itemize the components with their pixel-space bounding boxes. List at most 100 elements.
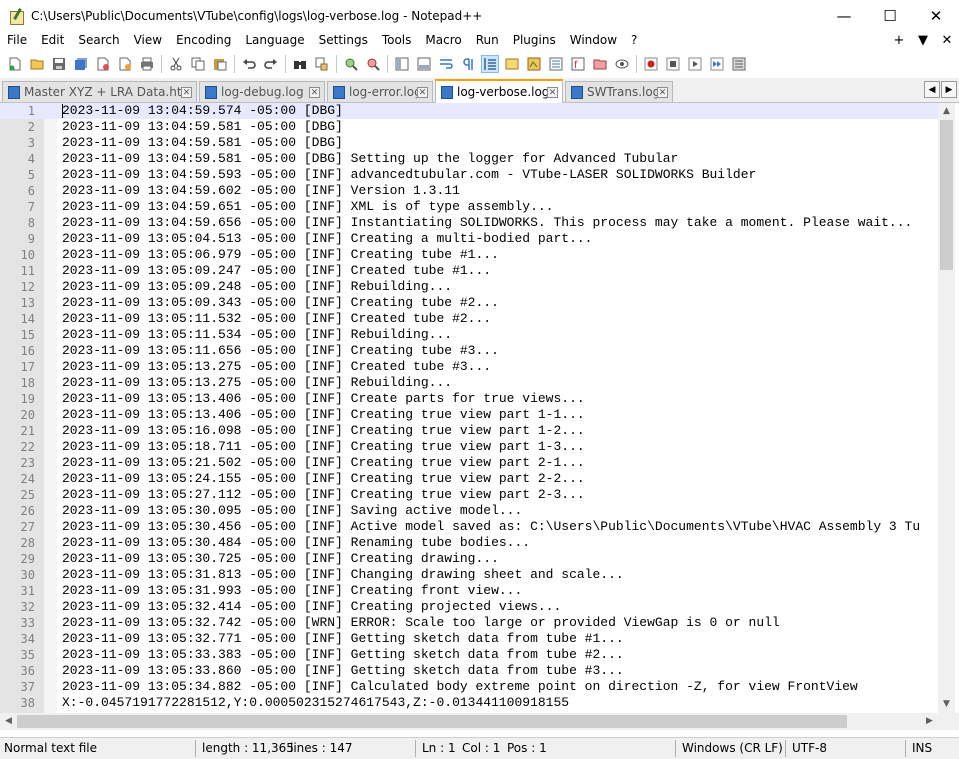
line-text[interactable]: 2023-11-09 13:05:04.513 -05:00 [INF] Cre… bbox=[62, 231, 593, 247]
menu-help[interactable]: ? bbox=[624, 31, 644, 50]
menu-window[interactable]: Window bbox=[563, 31, 624, 50]
cut-button[interactable] bbox=[167, 55, 185, 73]
line-text[interactable]: 2023-11-09 13:05:32.414 -05:00 [INF] Cre… bbox=[62, 599, 561, 615]
line-text[interactable]: 2023-11-09 13:05:24.155 -05:00 [INF] Cre… bbox=[62, 471, 585, 487]
sync-horizontal-button[interactable] bbox=[415, 55, 433, 73]
word-wrap-button[interactable] bbox=[437, 55, 455, 73]
scroll-down-button[interactable]: ▼ bbox=[938, 696, 955, 713]
tab-list-button[interactable]: ▼ bbox=[911, 33, 935, 48]
line-text[interactable]: 2023-11-09 13:05:27.112 -05:00 [INF] Cre… bbox=[62, 487, 585, 503]
document-list-button[interactable] bbox=[547, 55, 565, 73]
line-text[interactable]: 2023-11-09 13:05:31.813 -05:00 [INF] Cha… bbox=[62, 567, 624, 583]
menu-view[interactable]: View bbox=[127, 31, 169, 50]
editor-line[interactable]: 15 2023-11-09 13:05:11.534 -05:00 [INF] R… bbox=[0, 327, 938, 343]
user-defined-language-button[interactable] bbox=[503, 55, 521, 73]
tab-close-icon[interactable]: ✕ bbox=[181, 86, 192, 98]
editor-line[interactable]: 35 2023-11-09 13:05:33.383 -05:00 [INF] G… bbox=[0, 647, 938, 663]
close-button[interactable]: ✕ bbox=[913, 0, 959, 31]
monitoring-button[interactable] bbox=[613, 55, 631, 73]
menu-encoding[interactable]: Encoding bbox=[169, 31, 238, 50]
horizontal-scroll-thumb[interactable] bbox=[17, 715, 847, 728]
line-text[interactable]: 2023-11-09 13:05:30.484 -05:00 [INF] Ren… bbox=[62, 535, 530, 551]
line-text[interactable]: 2023-11-09 13:05:30.725 -05:00 [INF] Cre… bbox=[62, 551, 499, 567]
new-tab-button[interactable]: + bbox=[887, 33, 911, 48]
zoom-out-button[interactable] bbox=[364, 55, 382, 73]
save-button[interactable] bbox=[50, 55, 68, 73]
tab-master-xyz-lra-data[interactable]: Master XYZ + LRA Data.html ✕ bbox=[2, 81, 197, 102]
editor-line[interactable]: 30 2023-11-09 13:05:31.813 -05:00 [INF] C… bbox=[0, 567, 938, 583]
line-text[interactable]: 2023-11-09 13:04:59.581 -05:00 [DBG] Set… bbox=[62, 151, 678, 167]
close-document-button[interactable]: ✕ bbox=[935, 33, 959, 48]
menu-edit[interactable]: Edit bbox=[34, 31, 71, 50]
line-text[interactable]: 2023-11-09 13:05:09.248 -05:00 [INF] Reb… bbox=[62, 279, 452, 295]
macro-play-multiple-button[interactable] bbox=[708, 55, 726, 73]
show-all-characters-button[interactable] bbox=[459, 55, 477, 73]
line-text[interactable]: 2023-11-09 13:05:09.247 -05:00 [INF] Cre… bbox=[62, 263, 491, 279]
tab-scroll-right-button[interactable]: ▶ bbox=[941, 81, 957, 98]
editor-line[interactable]: 36 2023-11-09 13:05:33.860 -05:00 [INF] G… bbox=[0, 663, 938, 679]
line-text[interactable]: 2023-11-09 13:05:33.860 -05:00 [INF] Get… bbox=[62, 663, 624, 679]
menu-tools[interactable]: Tools bbox=[375, 31, 419, 50]
editor-line[interactable]: 2 2023-11-09 13:04:59.581 -05:00 [DBG] bbox=[0, 119, 938, 135]
editor-line[interactable]: 7 2023-11-09 13:04:59.651 -05:00 [INF] XM… bbox=[0, 199, 938, 215]
editor-line[interactable]: 13 2023-11-09 13:05:09.343 -05:00 [INF] C… bbox=[0, 295, 938, 311]
line-text[interactable]: 2023-11-09 13:05:13.275 -05:00 [INF] Cre… bbox=[62, 359, 491, 375]
editor-line[interactable]: 32 2023-11-09 13:05:32.414 -05:00 [INF] C… bbox=[0, 599, 938, 615]
line-text[interactable]: 2023-11-09 13:04:59.581 -05:00 [DBG] bbox=[62, 119, 343, 135]
editor-line[interactable]: 34 2023-11-09 13:05:32.771 -05:00 [INF] G… bbox=[0, 631, 938, 647]
editor-line[interactable]: 26 2023-11-09 13:05:30.095 -05:00 [INF] S… bbox=[0, 503, 938, 519]
redo-button[interactable] bbox=[262, 55, 280, 73]
replace-button[interactable] bbox=[313, 55, 331, 73]
line-text[interactable]: 2023-11-09 13:05:33.383 -05:00 [INF] Get… bbox=[62, 647, 624, 663]
line-text[interactable]: 2023-11-09 13:05:21.502 -05:00 [INF] Cre… bbox=[62, 455, 585, 471]
line-text[interactable]: 2023-11-09 13:05:11.534 -05:00 [INF] Reb… bbox=[62, 327, 452, 343]
editor-line[interactable]: 1 2023-11-09 13:04:59.574 -05:00 [DBG] bbox=[0, 103, 938, 119]
menu-plugins[interactable]: Plugins bbox=[506, 31, 563, 50]
menu-search[interactable]: Search bbox=[71, 31, 126, 50]
editor-line[interactable]: 33 2023-11-09 13:05:32.742 -05:00 [WRN] E… bbox=[0, 615, 938, 631]
editor-line[interactable]: 21 2023-11-09 13:05:16.098 -05:00 [INF] C… bbox=[0, 423, 938, 439]
line-text[interactable]: 2023-11-09 13:05:32.742 -05:00 [WRN] ERR… bbox=[62, 615, 780, 631]
line-text[interactable]: 2023-11-09 13:04:59.651 -05:00 [INF] XML… bbox=[62, 199, 553, 215]
macro-record-button[interactable] bbox=[642, 55, 660, 73]
scroll-right-button[interactable]: ▶ bbox=[921, 713, 938, 730]
status-insert-mode[interactable]: INS bbox=[912, 738, 932, 759]
undo-button[interactable] bbox=[240, 55, 258, 73]
find-button[interactable] bbox=[291, 55, 309, 73]
macro-stop-button[interactable] bbox=[664, 55, 682, 73]
scroll-left-button[interactable]: ◀ bbox=[0, 713, 17, 730]
editor-line[interactable]: 38 X:-0.0457191772281512,Y:0.000502315274… bbox=[0, 695, 938, 711]
editor-line[interactable]: 24 2023-11-09 13:05:24.155 -05:00 [INF] C… bbox=[0, 471, 938, 487]
editor-line[interactable]: 28 2023-11-09 13:05:30.484 -05:00 [INF] R… bbox=[0, 535, 938, 551]
line-text[interactable]: 2023-11-09 13:05:16.098 -05:00 [INF] Cre… bbox=[62, 423, 585, 439]
minimize-button[interactable]: — bbox=[821, 0, 867, 31]
menu-settings[interactable]: Settings bbox=[312, 31, 375, 50]
editor-line[interactable]: 27 2023-11-09 13:05:30.456 -05:00 [INF] A… bbox=[0, 519, 938, 535]
editor-line[interactable]: 11 2023-11-09 13:05:09.247 -05:00 [INF] C… bbox=[0, 263, 938, 279]
line-text[interactable]: 2023-11-09 13:05:13.406 -05:00 [INF] Cre… bbox=[62, 391, 585, 407]
tab-close-icon[interactable]: ✕ bbox=[547, 86, 558, 98]
menu-file[interactable]: File bbox=[0, 31, 34, 50]
line-text[interactable]: 2023-11-09 13:05:11.532 -05:00 [INF] Cre… bbox=[62, 311, 491, 327]
save-all-button[interactable] bbox=[72, 55, 90, 73]
menu-language[interactable]: Language bbox=[238, 31, 311, 50]
editor-line[interactable]: 17 2023-11-09 13:05:13.275 -05:00 [INF] C… bbox=[0, 359, 938, 375]
function-list-button[interactable]: f bbox=[569, 55, 587, 73]
document-map-button[interactable] bbox=[525, 55, 543, 73]
copy-button[interactable] bbox=[189, 55, 207, 73]
editor-line[interactable]: 31 2023-11-09 13:05:31.993 -05:00 [INF] C… bbox=[0, 583, 938, 599]
vertical-scroll-thumb[interactable] bbox=[940, 120, 953, 270]
tab-log-debug[interactable]: log-debug.log ✕ bbox=[199, 81, 325, 102]
tab-close-icon[interactable]: ✕ bbox=[309, 86, 320, 98]
tab-swtrans[interactable]: SWTrans.log ✕ bbox=[565, 81, 673, 102]
editor-line[interactable]: 5 2023-11-09 13:04:59.593 -05:00 [INF] ad… bbox=[0, 167, 938, 183]
line-text[interactable]: 2023-11-09 13:05:09.343 -05:00 [INF] Cre… bbox=[62, 295, 499, 311]
macro-play-button[interactable] bbox=[686, 55, 704, 73]
editor-line[interactable]: 23 2023-11-09 13:05:21.502 -05:00 [INF] C… bbox=[0, 455, 938, 471]
vertical-scrollbar[interactable]: ▲ ▼ bbox=[938, 103, 955, 713]
editor-line[interactable]: 12 2023-11-09 13:05:09.248 -05:00 [INF] R… bbox=[0, 279, 938, 295]
line-text[interactable]: 2023-11-09 13:04:59.574 -05:00 [DBG] bbox=[62, 103, 343, 119]
indent-guide-button[interactable] bbox=[481, 55, 499, 73]
open-file-button[interactable] bbox=[28, 55, 46, 73]
editor-line[interactable]: 14 2023-11-09 13:05:11.532 -05:00 [INF] C… bbox=[0, 311, 938, 327]
